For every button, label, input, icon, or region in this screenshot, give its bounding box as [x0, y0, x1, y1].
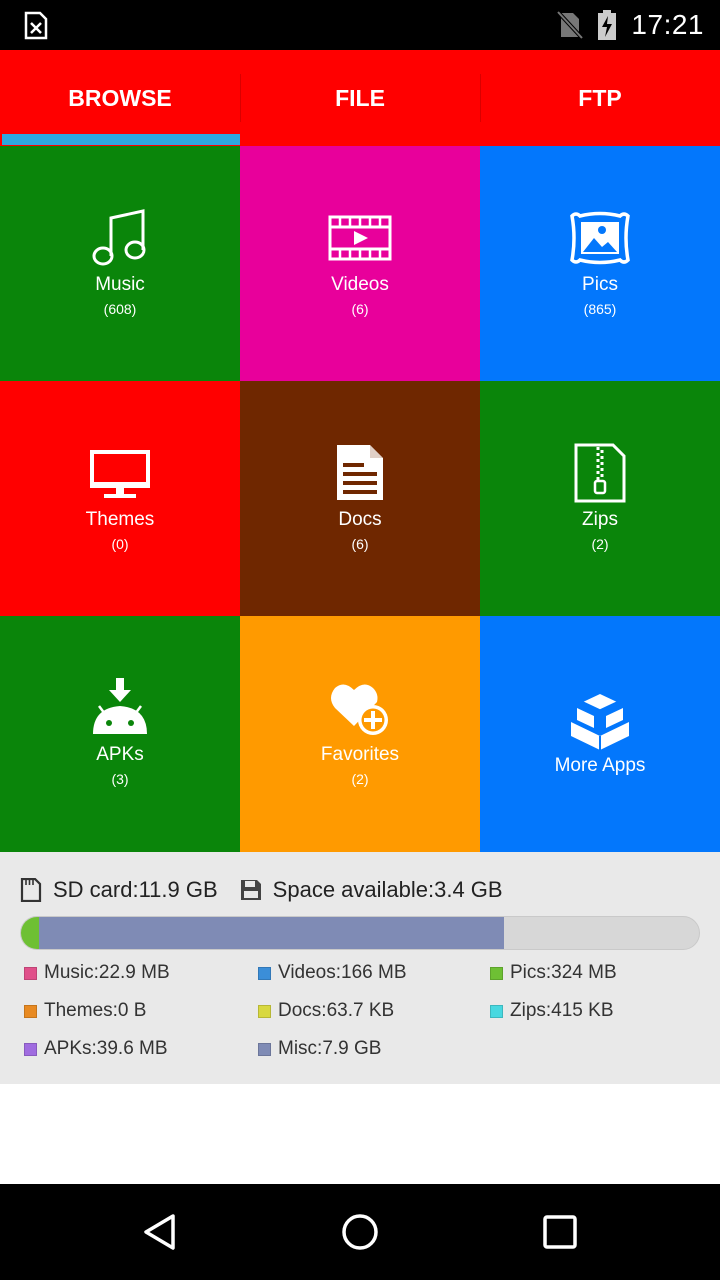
- space-available: Space available:3.4 GB: [272, 877, 503, 902]
- tile-docs[interactable]: Docs (6): [240, 381, 480, 616]
- legend-swatch: [24, 1004, 37, 1018]
- legend-label: Themes:0 B: [44, 1000, 147, 1021]
- back-icon[interactable]: [140, 1212, 180, 1252]
- tile-count: (865): [583, 301, 617, 317]
- legend-label: Docs:63.7 KB: [278, 1000, 395, 1021]
- usage-segment-pics: [21, 917, 40, 949]
- tile-label: Videos: [331, 274, 389, 295]
- android-download-icon: [93, 678, 147, 734]
- document-icon: [337, 445, 383, 500]
- category-grid: Music (608) Videos (6) Pics (865) Themes: [0, 146, 720, 852]
- tile-videos[interactable]: Videos (6): [240, 146, 480, 381]
- film-strip-icon: [328, 215, 392, 261]
- legend-swatch: [258, 966, 271, 980]
- active-tab-indicator: [2, 134, 240, 145]
- tile-more-apps[interactable]: More Apps: [480, 616, 720, 852]
- tile-count: (2): [591, 536, 609, 552]
- sd-card-total: SD card:11.9 GB: [53, 877, 218, 902]
- tab-ftp[interactable]: FTP: [480, 50, 720, 146]
- tile-favorites[interactable]: Favorites (2): [240, 616, 480, 852]
- legend-swatch: [258, 1042, 271, 1056]
- sd-card-icon: [20, 878, 42, 902]
- navigation-bar: [0, 1184, 720, 1280]
- tile-themes[interactable]: Themes (0): [0, 381, 240, 616]
- legend-swatch: [490, 966, 503, 980]
- legend-label: Music:22.9 MB: [44, 962, 170, 983]
- status-bar: 17:21: [0, 0, 720, 50]
- tile-count: (3): [111, 771, 129, 787]
- tile-music[interactable]: Music (608): [0, 146, 240, 381]
- legend-item: Zips:415 KB: [490, 1000, 614, 1022]
- legend-swatch: [490, 1004, 503, 1018]
- picture-frame-icon: [570, 211, 630, 265]
- tab-file[interactable]: FILE: [240, 50, 480, 146]
- music-note-icon: [92, 209, 146, 266]
- no-sim-icon: [557, 11, 584, 39]
- tile-zips[interactable]: Zips (2): [480, 381, 720, 616]
- home-icon[interactable]: [340, 1212, 380, 1252]
- tile-label: Favorites: [320, 744, 400, 765]
- legend-label: Pics:324 MB: [510, 962, 617, 983]
- legend-label: Misc:7.9 GB: [278, 1038, 382, 1059]
- tile-count: (6): [351, 536, 369, 552]
- tile-count: (0): [111, 536, 129, 552]
- clock: 17:21: [631, 9, 704, 40]
- tile-label: Docs: [338, 509, 382, 530]
- legend-item: Themes:0 B: [24, 1000, 146, 1022]
- legend-item: Misc:7.9 GB: [258, 1038, 381, 1060]
- legend-swatch: [24, 966, 37, 980]
- legend-item: Docs:63.7 KB: [258, 1000, 394, 1022]
- tile-label: APKs: [96, 744, 144, 765]
- tile-count: (6): [351, 301, 369, 317]
- tile-label: More Apps: [554, 755, 646, 776]
- save-disk-icon: [240, 880, 261, 900]
- tile-count: (2): [351, 771, 369, 787]
- legend-label: APKs:39.6 MB: [44, 1038, 168, 1059]
- legend-item: Pics:324 MB: [490, 962, 617, 984]
- storage-usage-bar: [20, 916, 700, 950]
- legend-label: Videos:166 MB: [278, 962, 407, 983]
- battery-charging-icon: [598, 10, 617, 40]
- recents-icon[interactable]: [540, 1212, 580, 1252]
- heart-plus-icon: [331, 684, 388, 735]
- usage-segment-misc: [39, 917, 504, 949]
- sim-card-error-icon: [24, 11, 48, 40]
- tile-pics[interactable]: Pics (865): [480, 146, 720, 381]
- monitor-icon: [90, 450, 150, 498]
- tile-label: Themes: [85, 509, 155, 530]
- tab-bar: BROWSE FILE FTP: [0, 50, 720, 146]
- storage-summary: SD card:11.9 GB Space available:3.4 GB: [20, 874, 503, 906]
- legend-item: APKs:39.6 MB: [24, 1038, 168, 1060]
- legend-label: Zips:415 KB: [510, 1000, 614, 1021]
- legend-swatch: [24, 1042, 37, 1056]
- tile-count: (608): [103, 301, 137, 317]
- boxes-icon: [571, 694, 629, 750]
- legend-item: Music:22.9 MB: [24, 962, 170, 984]
- legend-swatch: [258, 1004, 271, 1018]
- tab-browse[interactable]: BROWSE: [0, 50, 240, 146]
- zip-file-icon: [574, 443, 626, 503]
- legend-item: Videos:166 MB: [258, 962, 407, 984]
- tile-label: Music: [95, 274, 145, 295]
- tile-apks[interactable]: APKs (3): [0, 616, 240, 852]
- tile-label: Zips: [582, 509, 618, 530]
- tile-label: Pics: [582, 274, 618, 295]
